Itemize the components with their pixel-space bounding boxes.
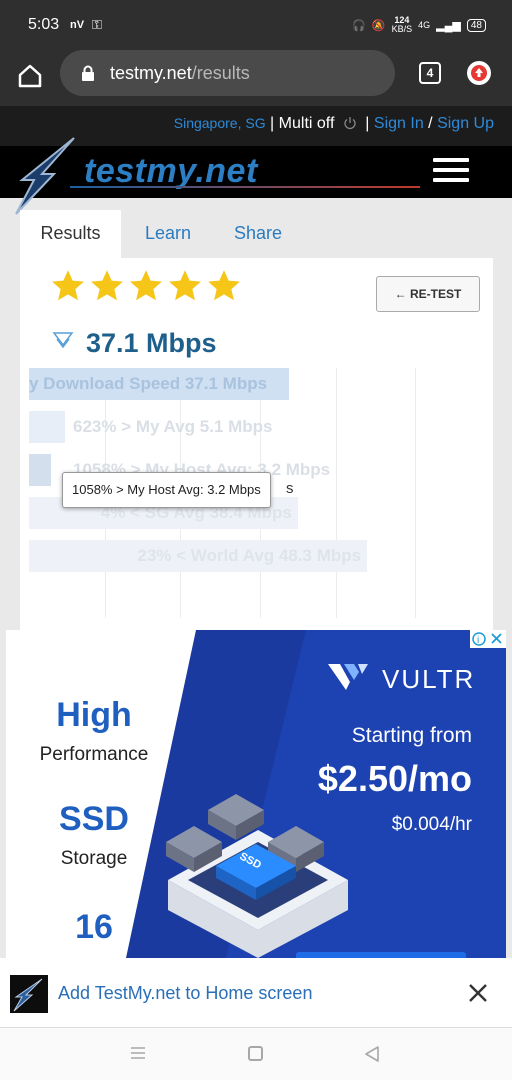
chart-bar[interactable]: [29, 411, 65, 443]
power-icon[interactable]: [343, 116, 357, 130]
star-icon: [91, 270, 123, 301]
speed-value: 37.1 Mbps: [86, 328, 217, 358]
status-time: 5:03: [28, 16, 60, 33]
net-speed: 124 KB/S: [391, 15, 413, 34]
testmy-app-icon: [10, 975, 48, 1013]
system-nav-bar: [0, 1028, 512, 1080]
home-icon[interactable]: [16, 62, 44, 90]
battery-icon: 48: [466, 18, 486, 32]
location-link[interactable]: Singapore, SG: [174, 115, 266, 131]
retest-button[interactable]: ← RE-TEST: [376, 276, 480, 312]
star-icon: [130, 270, 162, 301]
star-icon: [169, 270, 201, 301]
sign-up-link[interactable]: Sign Up: [437, 115, 494, 132]
chart-bar-label: 623% > My Avg 5.1 Mbps: [73, 417, 273, 436]
chart-gridline: [415, 368, 417, 618]
chart-gridline: [335, 368, 337, 618]
lightning-logo-icon[interactable]: [12, 136, 82, 216]
ad-hourly-price: $0.004/hr: [391, 814, 472, 835]
ad-sub-storage: Storage: [60, 848, 128, 869]
add-to-home-banner: Add TestMy.net to Home screen: [0, 958, 512, 1028]
logo-underline: [70, 186, 420, 188]
rating-stars: [50, 268, 242, 304]
signal-icon: ▂▄▆: [436, 19, 461, 32]
vpn-key-icon: ⚿: [92, 17, 102, 32]
vultr-logo-icon: [328, 664, 368, 690]
download-arrow-icon: [52, 332, 74, 349]
ad-banner[interactable]: High Performance SSD Storage 16 VULTR St…: [6, 630, 506, 958]
ad-choices-icon[interactable]: i: [470, 630, 506, 648]
star-icon: [52, 270, 84, 301]
star-icon: [208, 270, 240, 301]
tooltip-tail-text: s: [286, 480, 294, 497]
sign-in-link[interactable]: Sign In: [374, 115, 424, 132]
tab-switcher-button[interactable]: 4: [419, 62, 441, 84]
ad-brand: VULTR: [382, 664, 476, 694]
update-icon[interactable]: [467, 61, 491, 85]
ad-sub-performance: Performance: [39, 744, 149, 765]
url-text: testmy.net/results: [110, 63, 250, 83]
ad-headline-high: High: [56, 696, 132, 734]
multi-toggle[interactable]: Multi off: [279, 115, 335, 132]
result-card: ← RE-TEST 37.1 Mbps y Download Speed 37.…: [20, 258, 493, 630]
browser-toolbar: testmy.net/results 4: [0, 50, 512, 106]
mute-icon: 🔕: [371, 19, 386, 32]
close-icon[interactable]: [466, 981, 490, 1005]
headset-icon: 🎧: [352, 19, 366, 32]
lock-icon: [80, 65, 96, 81]
chart-bar-label: 23% < World Avg 48.3 Mbps: [137, 546, 362, 565]
logo-bar: testmy.net: [0, 137, 512, 215]
tab-results[interactable]: Results: [20, 210, 121, 258]
chart-bar[interactable]: [29, 454, 52, 486]
chart-tooltip: 1058% > My Host Avg: 3.2 Mbps: [62, 472, 271, 508]
status-right: 🎧 🔕 124 KB/S 4G ▂▄▆ 48: [352, 16, 486, 34]
menu-icon[interactable]: [433, 158, 469, 184]
tab-learn[interactable]: Learn: [126, 210, 210, 258]
nav-home-icon[interactable]: [248, 1046, 263, 1061]
network-type: 4G: [418, 20, 431, 30]
carrier-badge: nV: [70, 19, 85, 31]
back-icon[interactable]: [364, 1045, 380, 1063]
tab-share[interactable]: Share: [216, 210, 300, 258]
url-bar[interactable]: testmy.net/results: [60, 50, 395, 96]
recent-apps-icon[interactable]: [130, 1046, 146, 1060]
ad-headline-16: 16: [75, 908, 113, 946]
add-to-home-link[interactable]: Add TestMy.net to Home screen: [58, 983, 312, 1004]
ad-headline-ssd: SSD: [59, 800, 129, 838]
svg-text:i: i: [477, 635, 479, 646]
ad-starting-from: Starting from: [351, 724, 472, 747]
chart-bar-label: y Download Speed 37.1 Mbps: [29, 374, 268, 393]
status-bar: 5:03 nV ⚿ 🎧 🔕 124 KB/S 4G ▂▄▆ 48: [0, 0, 512, 50]
